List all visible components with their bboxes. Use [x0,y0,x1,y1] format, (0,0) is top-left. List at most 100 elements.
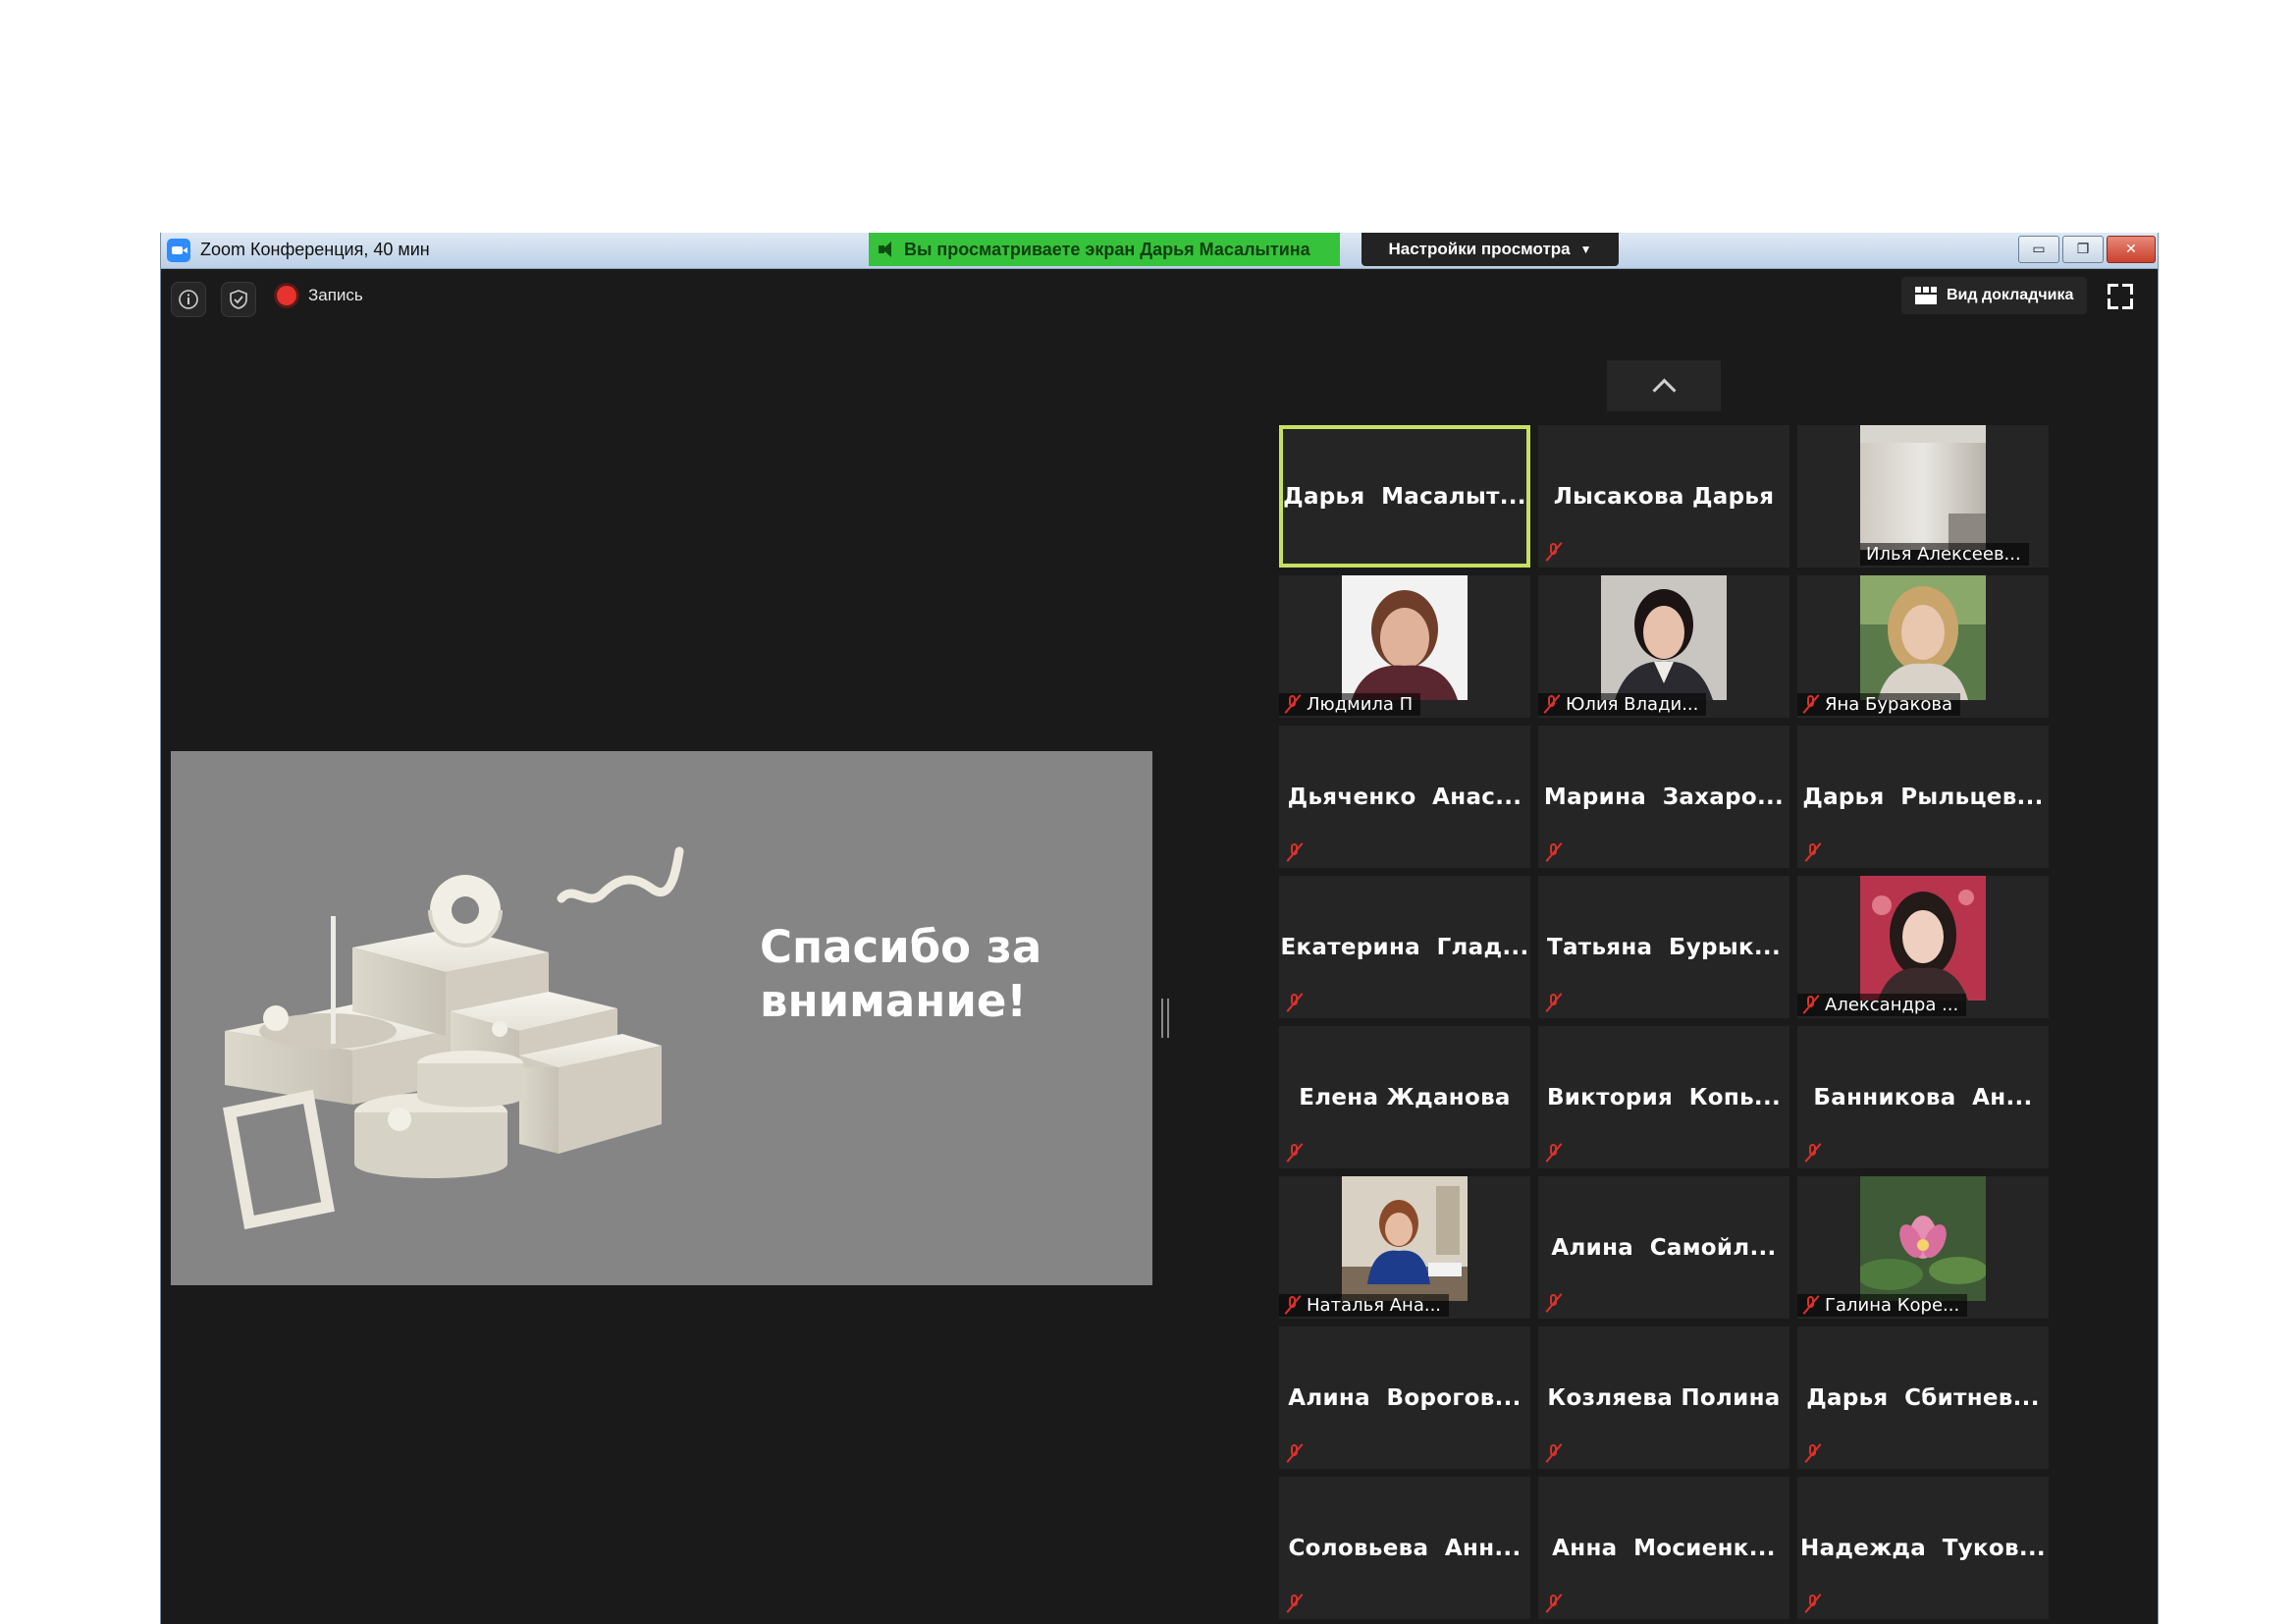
mic-muted-icon [1544,542,1564,562]
participant-tile[interactable]: Галина Коре... [1797,1176,2049,1319]
participant-name: Козляева Полина [1547,1384,1781,1411]
mic-muted-icon [1285,1443,1305,1463]
shared-slide: Спасибо за внимание! [171,751,1152,1285]
participant-name: Надежда Туков... [1800,1535,2046,1561]
mic-muted-icon [1801,995,1821,1014]
restore-button[interactable]: ❐ [2062,236,2104,263]
chevron-up-icon [1651,377,1677,403]
record-icon [277,286,296,305]
participant-name: Яна Буракова [1825,694,1953,715]
meeting-info-button[interactable] [171,282,206,317]
participant-name: Дарья Масалыт... [1283,483,1526,510]
participant-video [1860,575,1986,700]
participant-name-label: Людмила П [1279,693,1421,716]
mic-muted-icon [1285,1594,1305,1613]
participant-tile[interactable]: Екатерина Глад... [1279,876,1530,1018]
participant-tile[interactable]: Александра ... [1797,876,2049,1018]
mic-muted-icon [1544,1443,1564,1463]
mic-muted-icon [1801,694,1821,714]
participant-tile[interactable]: Виктория Копь... [1538,1026,1789,1168]
title-bar: Zoom Конференция, 40 мин Вы просматривае… [161,233,2158,269]
participant-tile[interactable]: Юлия Влади... [1538,575,1789,718]
zoom-logo-icon [167,239,190,262]
close-button[interactable]: ✕ [2107,236,2156,263]
participant-name-label: Яна Буракова [1797,693,1961,716]
participant-tile[interactable]: Людмила П [1279,575,1530,718]
participant-name: Дарья Сбитнев... [1806,1384,2040,1411]
record-label: Запись [308,286,363,304]
speaker-icon [877,241,898,258]
speaker-view-label: Вид докладчика [1947,287,2074,303]
mic-muted-icon [1285,842,1305,862]
screen-share-banner: Вы просматриваете экран Дарья Масалытина [869,233,1340,266]
participant-name-label: Александра ... [1797,994,1967,1016]
participant-name: Юлия Влади... [1566,694,1699,715]
mic-muted-icon [1544,842,1564,862]
participant-name: Дьяченко Анас... [1287,784,1522,810]
participant-video [1601,575,1727,700]
participant-tile[interactable]: Татьяна Бурык... [1538,876,1789,1018]
participant-name: Александра ... [1825,995,1959,1015]
participant-tile[interactable]: Анна Мосиенк... [1538,1477,1789,1619]
participant-name: Алина Ворогов... [1288,1384,1522,1411]
participant-tile[interactable]: Дарья Масалыт... [1279,425,1530,568]
mic-muted-icon [1542,694,1562,714]
participant-name: Галина Коре... [1825,1295,1960,1316]
mic-muted-icon [1285,1143,1305,1163]
participant-video [1860,1176,1986,1301]
participant-name: Банникова Ан... [1813,1084,2033,1110]
mic-muted-icon [1544,1143,1564,1163]
mic-muted-icon [1544,1293,1564,1313]
participant-name-label: Галина Коре... [1797,1294,1968,1317]
participant-video [1342,1176,1468,1301]
security-button[interactable] [221,282,256,317]
zoom-window: Zoom Конференция, 40 мин Вы просматривае… [160,233,2159,1624]
participant-name: Наталья Ана... [1307,1295,1442,1316]
participant-tile[interactable]: Банникова Ан... [1797,1026,2049,1168]
participant-video [1860,876,1986,1001]
window-controls: ▭ ❐ ✕ [2018,236,2156,263]
mic-muted-icon [1283,1295,1303,1315]
participant-tile[interactable]: Яна Буракова [1797,575,2049,718]
panel-resize-handle[interactable] [1161,999,1169,1038]
slide-heading-line1: Спасибо за [760,921,1042,973]
participant-name: Анна Мосиенк... [1552,1535,1776,1561]
speaker-view-button[interactable]: Вид докладчика [1901,277,2088,314]
participant-name: Екатерина Глад... [1280,934,1529,960]
participant-name: Людмила П [1307,694,1414,715]
minimize-button[interactable]: ▭ [2018,236,2059,263]
participant-video [1342,575,1468,700]
fullscreen-icon[interactable] [2108,284,2133,309]
participant-tile[interactable]: Алина Самойл... [1538,1176,1789,1319]
participant-name: Дарья Рыльцев... [1802,784,2044,810]
participant-tile[interactable]: Дарья Сбитнев... [1797,1326,2049,1469]
participant-name-label: Наталья Ана... [1279,1294,1450,1317]
view-settings-button[interactable]: Настройки просмотра ▼ [1362,233,1619,266]
participant-tile[interactable]: Козляева Полина [1538,1326,1789,1469]
slide-heading-line2: внимание! [760,975,1027,1027]
participant-tile[interactable]: Дарья Рыльцев... [1797,726,2049,868]
participant-name: Виктория Копь... [1546,1084,1782,1110]
participant-tile[interactable]: Наталья Ана... [1279,1176,1530,1319]
recording-indicator[interactable]: Запись [277,286,363,305]
participant-tile[interactable]: Марина Захаро... [1538,726,1789,868]
slide-heading: Спасибо за внимание! [760,920,1041,1028]
participant-name: Илья Алексеев... [1866,544,2021,565]
participant-name: Соловьева Анн... [1288,1535,1522,1561]
participant-tile[interactable]: Соловьева Анн... [1279,1477,1530,1619]
participant-tile[interactable]: Елена Жданова [1279,1026,1530,1168]
participant-tile[interactable]: Надежда Туков... [1797,1477,2049,1619]
mic-muted-icon [1283,694,1303,714]
participant-tile[interactable]: Илья Алексеев... [1797,425,2049,568]
mic-muted-icon [1285,993,1305,1012]
scroll-up-button[interactable] [1607,360,1721,411]
mic-muted-icon [1803,842,1823,862]
mic-muted-icon [1544,993,1564,1012]
participant-tile[interactable]: Дьяченко Анас... [1279,726,1530,868]
participant-name: Алина Самойл... [1551,1234,1777,1261]
shield-icon [230,290,247,309]
mic-muted-icon [1801,1295,1821,1315]
participant-tile[interactable]: Алина Ворогов... [1279,1326,1530,1469]
participant-tile[interactable]: Лысакова Дарья [1538,425,1789,568]
mic-muted-icon [1544,1594,1564,1613]
